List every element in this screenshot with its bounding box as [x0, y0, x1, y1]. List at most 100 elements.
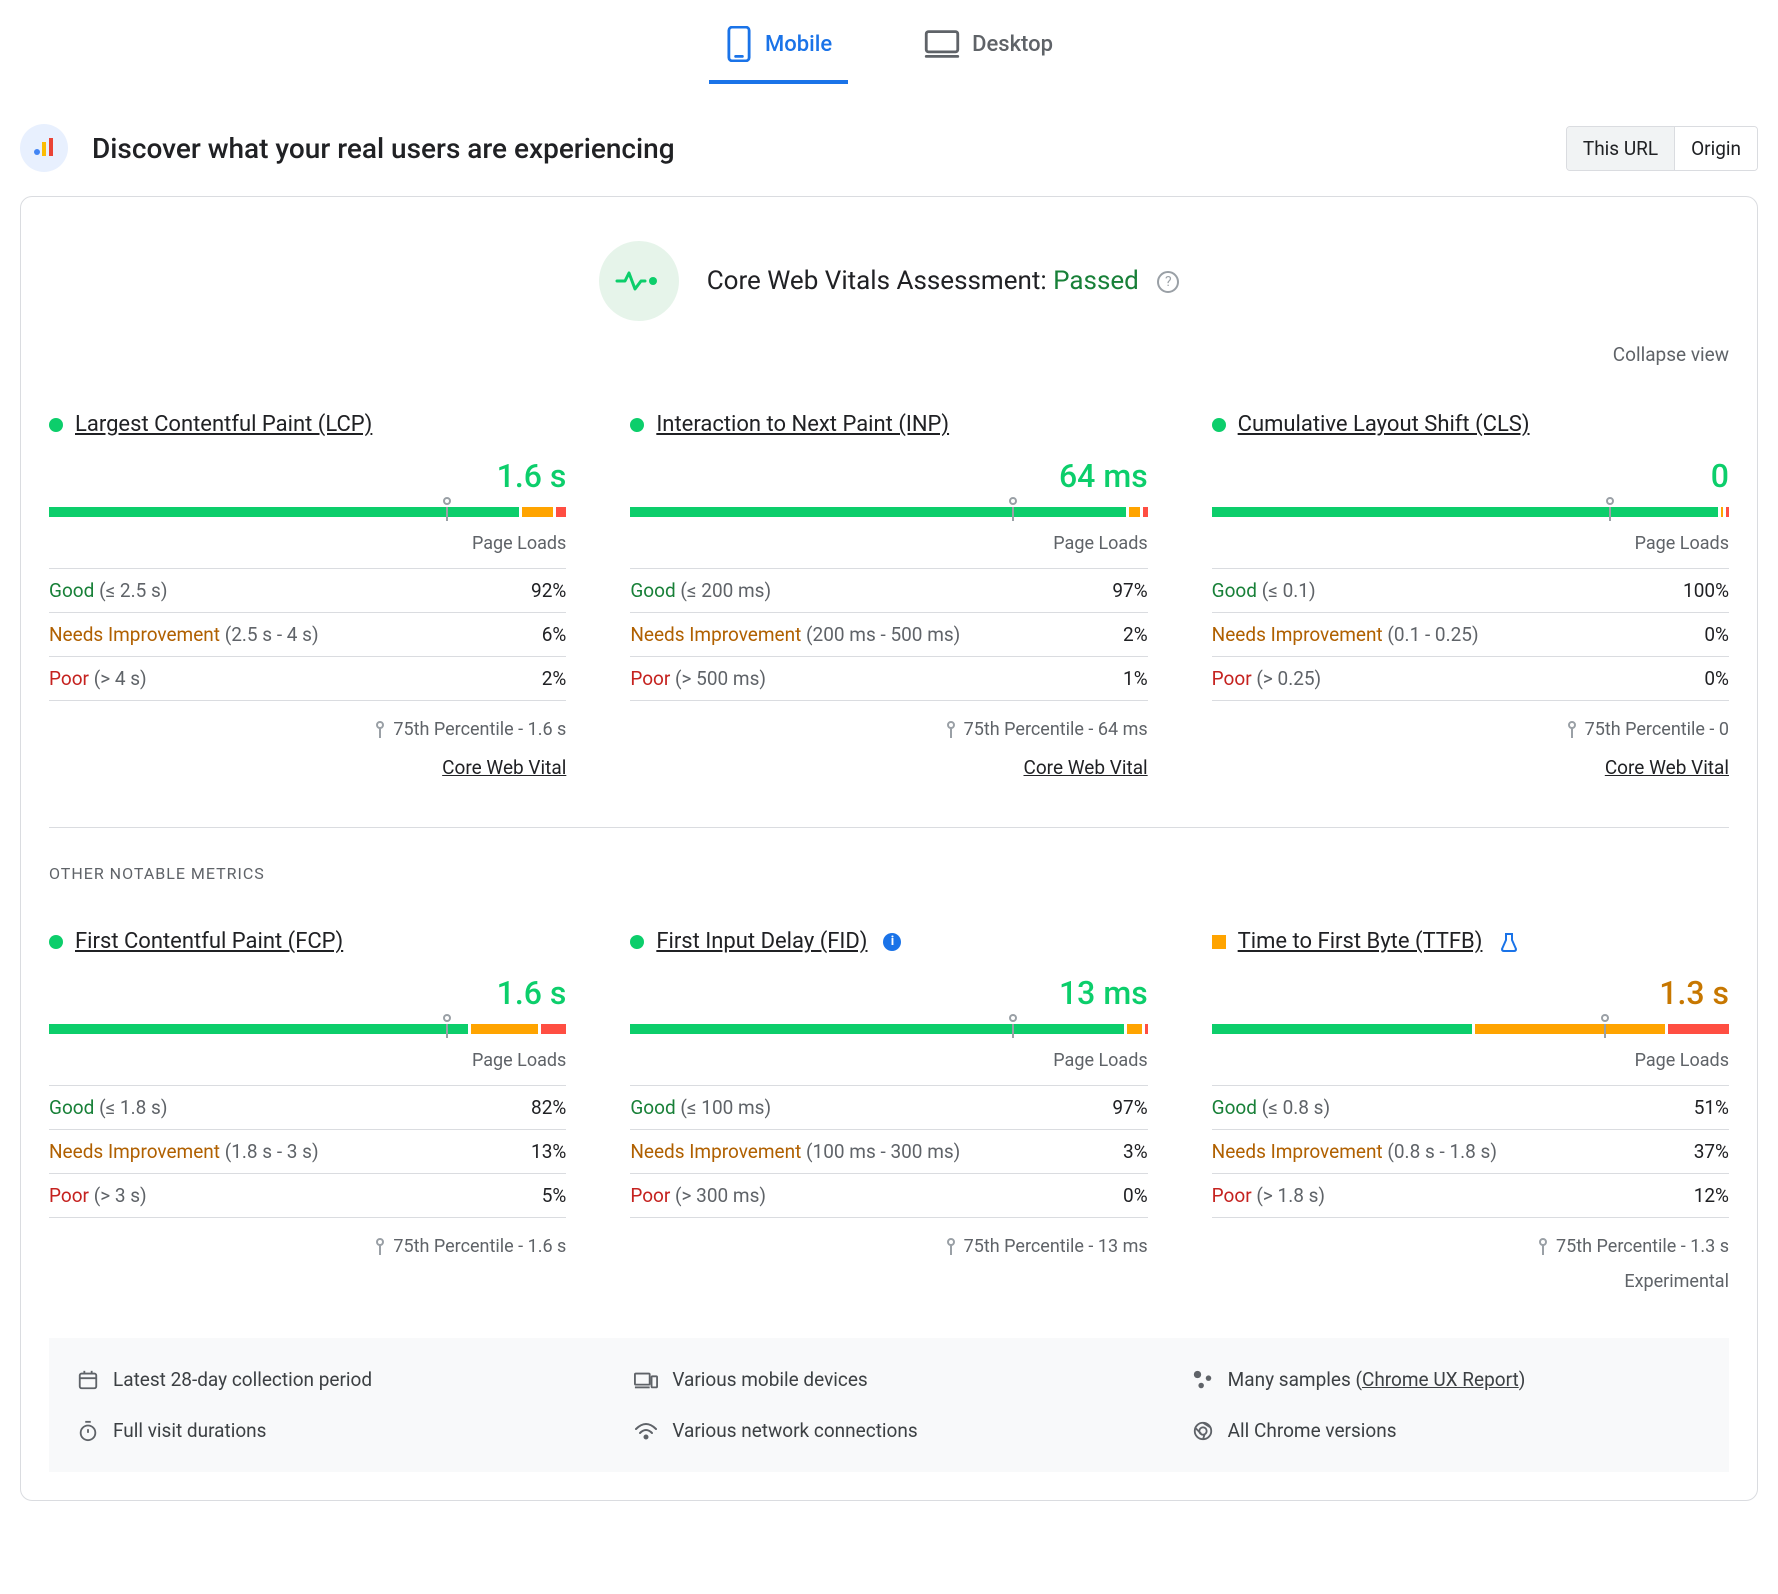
metric-inp: Interaction to Next Paint (INP) 64 ms Pa… — [630, 412, 1147, 779]
status-dot — [49, 418, 63, 432]
metric-fid: First Input Delay (FID) i 13 ms Page Loa… — [630, 929, 1147, 1292]
metric-value: 13 ms — [630, 974, 1147, 1012]
other-metrics-label: OTHER NOTABLE METRICS — [49, 864, 1729, 883]
assessment-row: Core Web Vitals Assessment: Passed ? — [49, 241, 1729, 321]
percentile-text: 75th Percentile - 1.6 s — [49, 1236, 566, 1257]
page-loads-label: Page Loads — [49, 533, 566, 554]
percentile-marker — [443, 497, 451, 505]
stopwatch-icon — [77, 1420, 99, 1442]
collapse-view-button[interactable]: Collapse view — [49, 343, 1729, 366]
percentile-text: 75th Percentile - 1.6 s — [49, 719, 566, 740]
scope-toggle: This URL Origin — [1566, 126, 1758, 171]
page-loads-label: Page Loads — [630, 533, 1147, 554]
chrome-icon — [1192, 1420, 1214, 1442]
help-icon[interactable]: ? — [1157, 271, 1179, 293]
footer-durations: Full visit durations — [77, 1419, 586, 1442]
percentile-marker — [1009, 497, 1017, 505]
distribution-bar — [630, 1024, 1147, 1034]
distribution-table: Good (≤ 0.1)100% Needs Improvement (0.1 … — [1212, 568, 1729, 701]
metric-value: 64 ms — [630, 457, 1147, 495]
metric-value: 0 — [1212, 457, 1729, 495]
distribution-bar — [1212, 1024, 1729, 1034]
status-dot — [1212, 935, 1226, 949]
metric-fcp: First Contentful Paint (FCP) 1.6 s Page … — [49, 929, 566, 1292]
desktop-icon — [924, 29, 960, 59]
devices-icon — [634, 1370, 658, 1390]
status-dot — [1212, 418, 1226, 432]
cwv-grid: Largest Contentful Paint (LCP) 1.6 s Pag… — [49, 412, 1729, 779]
mobile-icon — [725, 26, 753, 62]
assessment-label: Core Web Vitals Assessment: — [707, 266, 1047, 296]
tab-desktop[interactable]: Desktop — [908, 26, 1069, 84]
metric-name-link[interactable]: Time to First Byte (TTFB) — [1238, 929, 1483, 954]
status-dot — [630, 418, 644, 432]
assessment-text: Core Web Vitals Assessment: Passed ? — [707, 266, 1180, 296]
metric-name-link[interactable]: First Contentful Paint (FCP) — [75, 929, 343, 954]
marker-icon — [375, 721, 385, 739]
info-icon[interactable]: i — [883, 933, 901, 951]
metric-value: 1.3 s — [1212, 974, 1729, 1012]
page-loads-label: Page Loads — [1212, 1050, 1729, 1071]
header: Discover what your real users are experi… — [20, 124, 1758, 172]
metric-name-link[interactable]: First Input Delay (FID) — [656, 929, 867, 954]
distribution-bar — [630, 507, 1147, 517]
marker-icon — [375, 1238, 385, 1256]
toggle-origin[interactable]: Origin — [1674, 127, 1757, 170]
metric-value: 1.6 s — [49, 974, 566, 1012]
distribution-bar — [1212, 507, 1729, 517]
distribution-table: Good (≤ 0.8 s)51% Needs Improvement (0.8… — [1212, 1085, 1729, 1218]
marker-icon — [1538, 1238, 1548, 1256]
crux-report-link[interactable]: Chrome UX Report — [1362, 1368, 1519, 1391]
metric-name-link[interactable]: Cumulative Layout Shift (CLS) — [1238, 412, 1530, 437]
flask-icon[interactable] — [1500, 932, 1518, 952]
percentile-marker — [443, 1014, 451, 1022]
distribution-bar — [49, 507, 566, 517]
footer-devices: Various mobile devices — [634, 1368, 1143, 1391]
wifi-icon — [634, 1421, 658, 1441]
distribution-bar — [49, 1024, 566, 1034]
percentile-text: 75th Percentile - 64 ms — [630, 719, 1147, 740]
footer-samples: Many samples (Chrome UX Report) — [1192, 1368, 1701, 1391]
metric-name-link[interactable]: Largest Contentful Paint (LCP) — [75, 412, 372, 437]
metric-name-link[interactable]: Interaction to Next Paint (INP) — [656, 412, 949, 437]
assessment-status: Passed — [1053, 266, 1139, 296]
core-web-vital-link[interactable]: Core Web Vital — [1212, 756, 1729, 779]
distribution-table: Good (≤ 200 ms)97% Needs Improvement (20… — [630, 568, 1147, 701]
marker-icon — [946, 721, 956, 739]
page-loads-label: Page Loads — [1212, 533, 1729, 554]
footer-period: Latest 28-day collection period — [77, 1368, 586, 1391]
page-loads-label: Page Loads — [49, 1050, 566, 1071]
experimental-label: Experimental — [1212, 1271, 1729, 1292]
vitals-panel: Core Web Vitals Assessment: Passed ? Col… — [20, 196, 1758, 1501]
percentile-text: 75th Percentile - 1.3 s — [1212, 1236, 1729, 1257]
page-title: Discover what your real users are experi… — [92, 132, 675, 165]
metric-lcp: Largest Contentful Paint (LCP) 1.6 s Pag… — [49, 412, 566, 779]
marker-icon — [946, 1238, 956, 1256]
samples-icon — [1192, 1369, 1214, 1391]
device-tabs: Mobile Desktop — [20, 0, 1758, 84]
tab-mobile[interactable]: Mobile — [709, 26, 848, 84]
percentile-text: 75th Percentile - 0 — [1212, 719, 1729, 740]
pulse-icon — [599, 241, 679, 321]
footer-info: Latest 28-day collection period Various … — [49, 1338, 1729, 1472]
metric-ttfb: Time to First Byte (TTFB) 1.3 s Page Loa… — [1212, 929, 1729, 1292]
percentile-text: 75th Percentile - 13 ms — [630, 1236, 1147, 1257]
other-grid: First Contentful Paint (FCP) 1.6 s Page … — [49, 929, 1729, 1292]
page-loads-label: Page Loads — [630, 1050, 1147, 1071]
calendar-icon — [77, 1369, 99, 1391]
distribution-table: Good (≤ 2.5 s)92% Needs Improvement (2.5… — [49, 568, 566, 701]
metric-cls: Cumulative Layout Shift (CLS) 0 Page Loa… — [1212, 412, 1729, 779]
footer-versions: All Chrome versions — [1192, 1419, 1701, 1442]
core-web-vital-link[interactable]: Core Web Vital — [630, 756, 1147, 779]
footer-network: Various network connections — [634, 1419, 1143, 1442]
tab-desktop-label: Desktop — [972, 32, 1053, 57]
crux-logo-icon — [20, 124, 68, 172]
percentile-marker — [1009, 1014, 1017, 1022]
marker-icon — [1567, 721, 1577, 739]
percentile-marker — [1601, 1014, 1609, 1022]
distribution-table: Good (≤ 100 ms)97% Needs Improvement (10… — [630, 1085, 1147, 1218]
tab-mobile-label: Mobile — [765, 32, 832, 57]
distribution-table: Good (≤ 1.8 s)82% Needs Improvement (1.8… — [49, 1085, 566, 1218]
toggle-this-url[interactable]: This URL — [1567, 127, 1674, 170]
core-web-vital-link[interactable]: Core Web Vital — [49, 756, 566, 779]
